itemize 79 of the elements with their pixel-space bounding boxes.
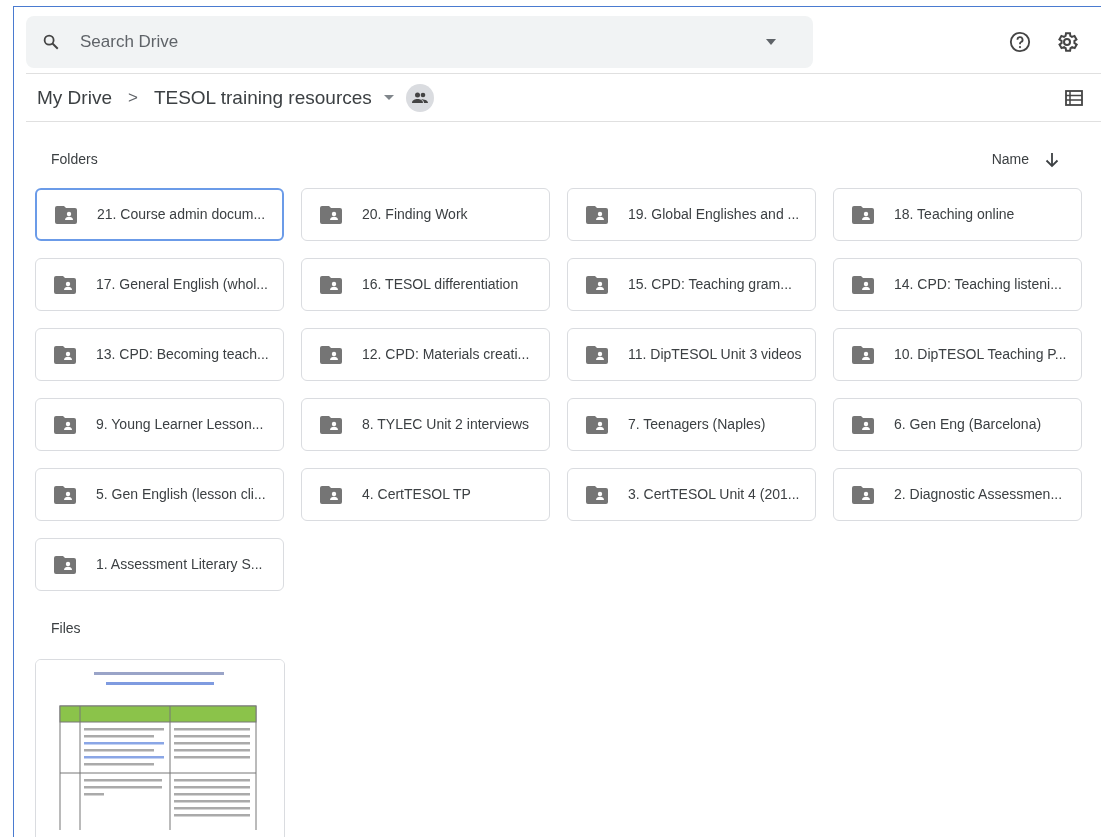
shared-folder-icon <box>54 345 76 364</box>
shared-folder-icon <box>586 205 608 224</box>
folder-name: 11. DipTESOL Unit 3 videos <box>628 345 802 365</box>
settings-icon[interactable] <box>1055 30 1079 55</box>
shared-folder-icon <box>320 415 342 434</box>
folder-tile[interactable]: 9. Young Learner Lesson... <box>35 398 284 452</box>
folder-tile[interactable]: 11. DipTESOL Unit 3 videos <box>567 328 816 382</box>
shared-folder-icon <box>320 275 342 294</box>
folder-name: 4. CertTESOL TP <box>362 485 471 505</box>
folder-tile[interactable]: 3. CertTESOL Unit 4 (201... <box>567 468 816 522</box>
folder-tile[interactable]: 8. TYLEC Unit 2 interviews <box>301 398 550 452</box>
folder-tile[interactable]: 17. General English (whol... <box>35 258 284 312</box>
search-icon <box>42 33 60 52</box>
folder-tile[interactable]: 12. CPD: Materials creati... <box>301 328 550 382</box>
folder-name: 14. CPD: Teaching listeni... <box>894 275 1062 295</box>
section-heading: Files <box>51 619 82 639</box>
folder-name: 17. General English (whol... <box>96 275 268 295</box>
folder-name: 20. Finding Work <box>362 205 468 225</box>
shared-folder-icon <box>586 275 608 294</box>
shared-folder-icon <box>320 485 342 504</box>
folder-tile[interactable]: 7. Teenagers (Naples) <box>567 398 816 452</box>
folder-tile[interactable]: 18. Teaching online <box>833 188 1082 242</box>
shared-folder-icon <box>586 415 608 434</box>
folder-name: 19. Global Englishes and ... <box>628 205 800 225</box>
folder-name: 5. Gen English (lesson cli... <box>96 485 266 505</box>
folder-tile[interactable]: 13. CPD: Becoming teach... <box>35 328 284 382</box>
shared-folder-icon <box>586 345 608 364</box>
folder-name: 10. DipTESOL Teaching P... <box>894 345 1067 365</box>
folder-name: 2. Diagnostic Assessmen... <box>894 485 1063 505</box>
dropdown-caret-icon[interactable] <box>765 39 777 46</box>
sort-button[interactable]: Name <box>991 149 1029 171</box>
folder-tile[interactable]: 20. Finding Work <box>301 188 550 242</box>
folder-name: 15. CPD: Teaching gram... <box>628 275 792 295</box>
folder-name: 7. Teenagers (Naples) <box>628 415 766 435</box>
folder-tile[interactable]: 14. CPD: Teaching listeni... <box>833 258 1082 312</box>
shared-folder-icon <box>55 205 77 224</box>
folder-name: 9. Young Learner Lesson... <box>96 415 264 435</box>
shared-folder-icon <box>320 345 342 364</box>
folder-tile[interactable]: 2. Diagnostic Assessmen... <box>833 468 1082 522</box>
folder-name: 1. Assessment Literary S... <box>96 555 263 575</box>
shared-folder-icon <box>54 485 76 504</box>
shared-folder-icon <box>54 415 76 434</box>
shared-folder-icon <box>852 415 874 434</box>
folder-name: 13. CPD: Becoming teach... <box>96 345 269 365</box>
help-icon[interactable] <box>1009 31 1031 54</box>
section-heading: Folders <box>51 150 98 170</box>
shared-folder-icon <box>586 485 608 504</box>
shared-folder-icon <box>54 275 76 294</box>
dropdown-caret-icon[interactable] <box>383 95 394 101</box>
folder-tile[interactable]: 10. DipTESOL Teaching P... <box>833 328 1082 382</box>
folder-tile[interactable]: 5. Gen English (lesson cli... <box>35 468 284 522</box>
folder-tile[interactable]: 16. TESOL differentiation <box>301 258 550 312</box>
shared-folder-icon <box>852 275 874 294</box>
list-view-icon[interactable] <box>1065 89 1083 106</box>
folder-name: 18. Teaching online <box>894 205 1015 225</box>
shared-folder-icon <box>54 555 76 574</box>
folder-tile[interactable]: 1. Assessment Literary S... <box>35 538 284 592</box>
shared-people-icon[interactable] <box>405 83 434 112</box>
down-arrow-icon[interactable] <box>1045 151 1059 168</box>
folder-tile[interactable]: 6. Gen Eng (Barcelona) <box>833 398 1082 452</box>
folder-tile[interactable]: 4. CertTESOL TP <box>301 468 550 522</box>
search-bar[interactable]: Search Drive <box>26 16 813 69</box>
shared-folder-icon <box>852 485 874 504</box>
folder-name: 6. Gen Eng (Barcelona) <box>894 415 1042 435</box>
folder-name: 8. TYLEC Unit 2 interviews <box>362 415 530 435</box>
folder-tile[interactable]: 21. Course admin docum... <box>35 188 284 242</box>
search-field[interactable]: Search Drive <box>80 29 765 55</box>
current-folder-title[interactable]: TESOL training resources <box>153 83 372 113</box>
folder-tile[interactable]: 15. CPD: Teaching gram... <box>567 258 816 312</box>
folder-name: 12. CPD: Materials creati... <box>362 345 530 365</box>
shared-folder-icon <box>852 345 874 364</box>
breadcrumb-separator: > <box>127 87 138 110</box>
folder-name: 21. Course admin docum... <box>97 205 266 225</box>
folder-tile[interactable]: 19. Global Englishes and ... <box>567 188 816 242</box>
shared-folder-icon <box>852 205 874 224</box>
folder-name: 3. CertTESOL Unit 4 (201... <box>628 485 800 505</box>
shared-folder-icon <box>320 205 342 224</box>
folder-name: 16. TESOL differentiation <box>362 275 519 295</box>
breadcrumb-link[interactable]: My Drive <box>37 83 112 113</box>
